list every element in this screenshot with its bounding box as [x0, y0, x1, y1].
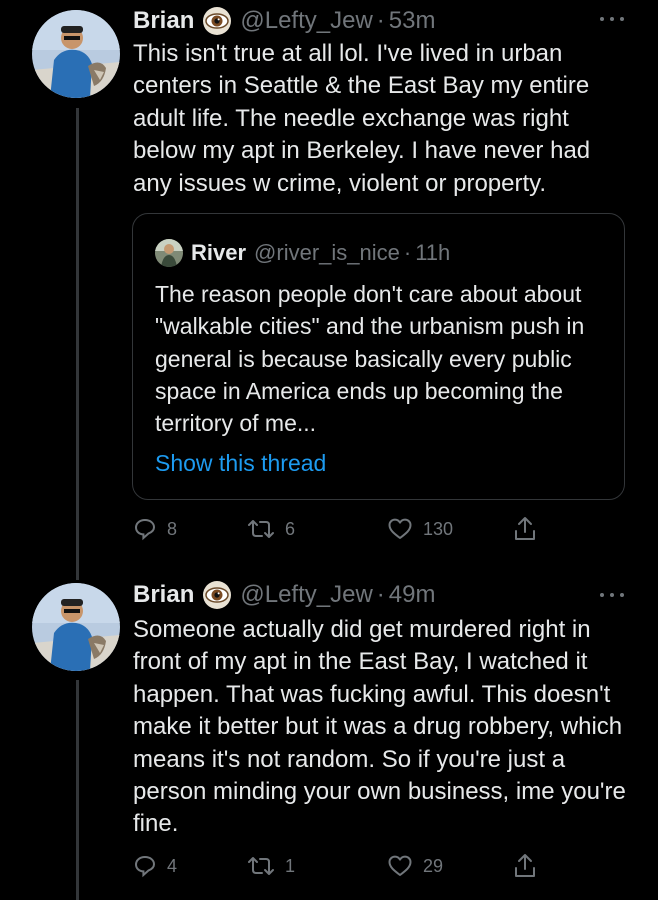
share-icon: [515, 854, 535, 877]
timestamp[interactable]: 53m: [389, 7, 436, 35]
more-options-icon[interactable]: [600, 590, 624, 600]
quoted-avatar: [155, 239, 183, 267]
tweet-actions: 8 6 130: [133, 514, 553, 544]
quoted-tweet-header: River @river_is_nice · 11h: [155, 238, 450, 268]
quoted-timestamp: 11h: [415, 240, 451, 265]
eye-icon: [202, 6, 232, 36]
tweet-text: This isn't true at all lol. I've lived i…: [133, 40, 591, 197]
author-handle[interactable]: @Lefty_Jew: [240, 581, 372, 609]
reply-button[interactable]: 4: [133, 851, 177, 881]
more-options-icon[interactable]: [600, 14, 624, 24]
tweet-text: Someone actually did get murdered right …: [133, 616, 626, 838]
quoted-tweet-text: The reason people don't care about about…: [155, 281, 585, 437]
heart-icon: [388, 855, 412, 876]
author-name[interactable]: Brian: [133, 7, 194, 35]
reply-button[interactable]: 8: [133, 514, 177, 544]
like-count: 130: [423, 518, 454, 539]
reply-icon: [134, 518, 156, 541]
like-button[interactable]: 130: [387, 514, 453, 544]
separator: ·: [376, 7, 385, 34]
like-button[interactable]: 29: [387, 851, 443, 881]
retweet-icon: [248, 520, 274, 538]
quoted-author-handle: @river_is_nice: [254, 240, 400, 265]
share-button[interactable]: [513, 514, 547, 544]
tweet-header: Brian @Lefty_Jew · 53m: [133, 4, 435, 38]
like-count: 29: [423, 855, 444, 876]
retweet-count: 6: [285, 518, 296, 539]
thread-line: [76, 108, 79, 580]
tweet-header: Brian @Lefty_Jew · 49m: [133, 578, 435, 612]
retweet-button[interactable]: 1: [247, 851, 295, 881]
eye-icon: [202, 580, 232, 610]
author-name[interactable]: Brian: [133, 581, 194, 609]
heart-icon: [388, 518, 412, 539]
thread-line: [76, 680, 79, 900]
quoted-author-name: River: [191, 240, 247, 265]
author-handle[interactable]: @Lefty_Jew: [240, 7, 372, 35]
quoted-tweet[interactable]: River @river_is_nice · 11h The reason pe…: [132, 213, 625, 500]
avatar[interactable]: [32, 10, 120, 98]
timestamp[interactable]: 49m: [389, 581, 436, 609]
retweet-count: 1: [285, 855, 296, 876]
separator: ·: [376, 581, 385, 608]
reply-count: 8: [167, 518, 178, 539]
share-icon: [515, 517, 535, 540]
share-button[interactable]: [513, 851, 547, 881]
retweet-button[interactable]: 6: [247, 514, 295, 544]
show-thread-link[interactable]: Show this thread: [155, 450, 326, 477]
reply-icon: [134, 855, 156, 878]
retweet-icon: [248, 857, 274, 875]
separator: ·: [403, 240, 412, 265]
reply-count: 4: [167, 855, 178, 876]
tweet-actions: 4 1 29: [133, 851, 553, 881]
avatar[interactable]: [32, 583, 120, 671]
